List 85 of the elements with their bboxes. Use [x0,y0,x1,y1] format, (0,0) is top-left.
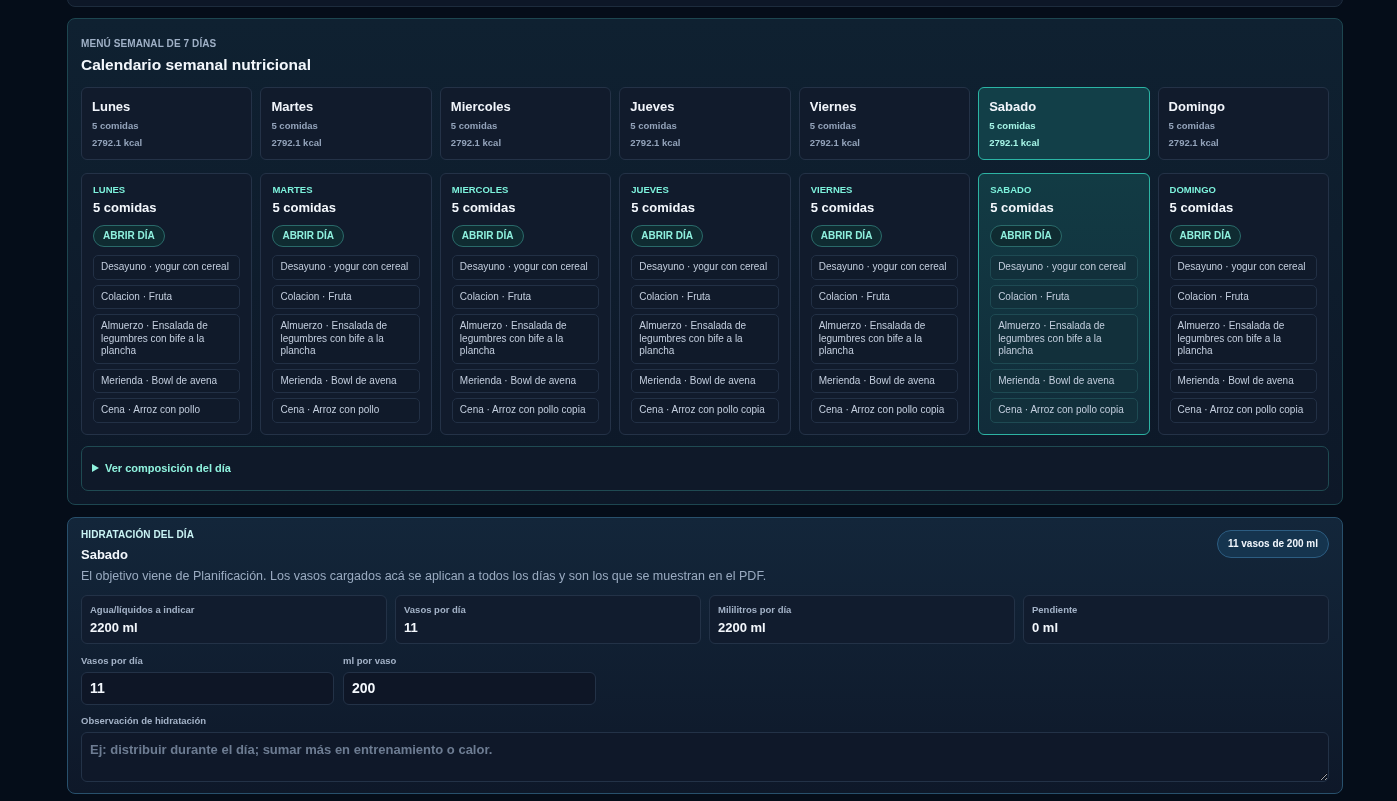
stat-value: 2200 ml [90,618,139,637]
meal-item[interactable]: Cena · Arroz con pollo [93,398,241,423]
stat-label: Pendiente [1032,603,1079,616]
meal-item[interactable]: Almuerzo · Ensalada de legumbres con bife a la plancha [810,314,959,364]
day-tab[interactable]: Sabado 5 comidas 2792.1 kcal [978,87,1150,160]
day-label: MARTES [272,184,314,196]
day-label: DOMINGO [1169,184,1217,196]
meal-item[interactable]: Cena · Arroz con pollo [272,398,420,423]
input-field[interactable]: 200 [343,671,596,705]
meal-item[interactable]: Desayuno · yogur con cereal [93,255,241,280]
day-title: Sabado [81,546,129,563]
day-tab[interactable]: Martes 5 comidas 2792.1 kcal [260,87,432,160]
open-day-button[interactable]: ABRIR DÍA [451,225,524,247]
stat-label: Agua/líquidos a indicar [90,603,196,616]
day-tab[interactable]: Viernes 5 comidas 2792.1 kcal [798,87,971,160]
meal-item[interactable]: Merienda · Bowl de avena [990,368,1138,393]
stat-label: Mililitros por día [718,603,793,616]
caret-icon [92,464,99,472]
meal-item[interactable]: Merienda · Bowl de avena [631,368,779,393]
section-eyebrow: MENÚ SEMANAL DE 7 DÍAS [81,38,218,50]
input-field[interactable]: 11 [81,671,334,705]
day-label: SABADO [990,184,1033,196]
meal-item[interactable]: Desayuno · yogur con cereal [272,255,420,280]
meal-item[interactable]: Almuerzo · Ensalada de legumbres con bife a la plancha [1169,314,1317,364]
meal-item[interactable]: Almuerzo · Ensalada de legumbres con bife a la plancha [272,314,420,364]
meal-item[interactable]: Cena · Arroz con pollo copia [451,398,600,423]
meal-item[interactable]: Merienda · Bowl de avena [810,368,959,393]
stat-value: 2200 ml [718,618,767,637]
meal-item[interactable]: Colacion · Fruta [1169,284,1317,309]
meal-count: 5 comidas [631,200,696,216]
meal-item[interactable]: Colacion · Fruta [810,284,959,309]
day-tab[interactable]: Domingo 5 comidas 2792.1 kcal [1157,87,1329,160]
stat-value: 11 [404,618,419,637]
notes-field[interactable]: Ej: distribuir durante el día; sumar más en entrenamiento o calor. [81,731,1329,782]
section-eyebrow: HIDRATACIÓN DEL DÍA [81,528,194,541]
day-label: VIERNES [810,184,854,196]
meal-item[interactable]: Cena · Arroz con pollo copia [990,398,1138,423]
field-label: Vasos por día [81,654,144,667]
meal-item[interactable]: Desayuno · yogur con cereal [631,255,779,280]
meal-item[interactable]: Merienda · Bowl de avena [1169,368,1317,393]
stat-label: Vasos por día [404,603,467,616]
meal-item[interactable]: Colacion · Fruta [93,284,241,309]
day-tab[interactable]: Miercoles 5 comidas 2792.1 kcal [439,87,612,160]
open-day-button[interactable]: ABRIR DÍA [990,225,1062,247]
meal-count: 5 comidas [1169,200,1235,216]
meal-item[interactable]: Almuerzo · Ensalada de legumbres con bife a la plancha [93,314,241,364]
open-day-button[interactable]: ABRIR DÍA [810,225,883,247]
meal-item[interactable]: Almuerzo · Ensalada de legumbres con bife a la plancha [631,314,779,364]
meal-count: 5 comidas [810,200,876,216]
day-label: MIERCOLES [451,184,510,196]
meal-count: 5 comidas [93,200,158,216]
field-label: ml por vaso [343,654,398,667]
open-day-button[interactable]: ABRIR DÍA [93,225,165,247]
composition-toggle[interactable]: Ver composición del día [81,445,1329,491]
description-text: El objetivo viene de Planificación. Los vasos cargados acá se aplican a todos los días y son los que se muestran en el PDF. [81,567,768,585]
meal-item[interactable]: Almuerzo · Ensalada de legumbres con bife a la plancha [451,314,600,364]
meal-item[interactable]: Desayuno · yogur con cereal [451,255,600,280]
meal-item[interactable]: Desayuno · yogur con cereal [1169,255,1317,280]
day-label: JUEVES [631,184,670,196]
meal-item[interactable]: Cena · Arroz con pollo copia [810,398,959,423]
day-tab[interactable]: Jueves 5 comidas 2792.1 kcal [619,87,791,160]
meal-count: 5 comidas [990,200,1055,216]
meal-item[interactable]: Colacion · Fruta [631,284,779,309]
open-day-button[interactable]: ABRIR DÍA [631,225,703,247]
open-day-button[interactable]: ABRIR DÍA [272,225,345,247]
meal-item[interactable]: Merienda · Bowl de avena [272,368,420,393]
meal-item[interactable]: Colacion · Fruta [451,284,600,309]
meal-count: 5 comidas [272,200,337,216]
meal-item[interactable]: Desayuno · yogur con cereal [990,255,1138,280]
meal-item[interactable]: Colacion · Fruta [272,284,420,309]
meal-item[interactable]: Cena · Arroz con pollo copia [631,398,779,423]
meal-item[interactable]: Merienda · Bowl de avena [93,368,241,393]
meal-item[interactable]: Desayuno · yogur con cereal [810,255,959,280]
meal-item[interactable]: Merienda · Bowl de avena [451,368,600,393]
meal-item[interactable]: Almuerzo · Ensalada de legumbres con bife a la plancha [990,314,1138,364]
field-label: Observación de hidratación [81,714,208,727]
meal-item[interactable]: Cena · Arroz con pollo copia [1169,398,1317,423]
section-title: Calendario semanal nutricional [81,55,312,75]
meal-item[interactable]: Colacion · Fruta [990,284,1138,309]
stat-value: 0 ml [1032,618,1059,637]
meal-count: 5 comidas [451,200,517,216]
day-tab[interactable]: Lunes 5 comidas 2792.1 kcal [81,87,253,160]
glasses-badge: 11 vasos de 200 ml [1216,529,1329,558]
day-label: LUNES [93,184,127,196]
open-day-button[interactable]: ABRIR DÍA [1169,225,1242,247]
